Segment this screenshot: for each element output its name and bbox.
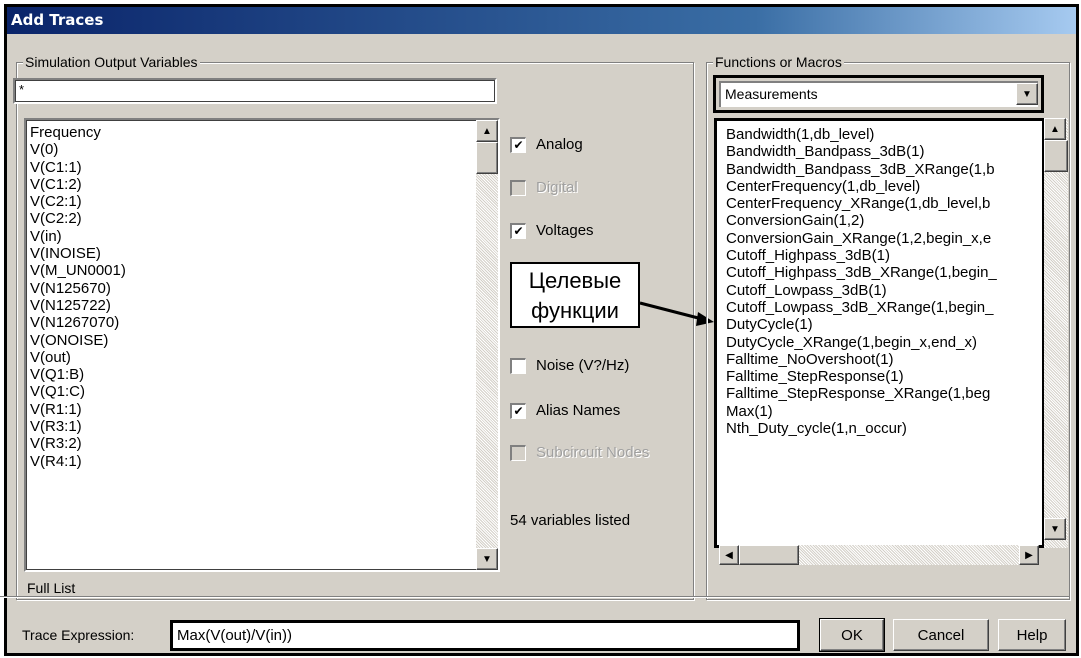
analog-label: Analog bbox=[536, 136, 583, 153]
list-item[interactable]: V(R3:2) bbox=[30, 435, 475, 452]
list-item[interactable]: V(R3:1) bbox=[30, 418, 475, 435]
list-item[interactable]: V(in) bbox=[30, 228, 475, 245]
list-item[interactable]: V(N125722) bbox=[30, 297, 475, 314]
digital-checkbox[interactable]: Digital bbox=[510, 179, 578, 196]
functions-list[interactable]: Bandwidth(1,db_level) Bandwidth_Bandpass_… bbox=[714, 118, 1045, 548]
list-item[interactable]: CenterFrequency(1,db_level) bbox=[726, 178, 1036, 195]
list-item[interactable]: ConversionGain_XRange(1,2,begin_x,e bbox=[726, 230, 1036, 247]
functions-group-label: Functions or Macros bbox=[713, 54, 844, 70]
checkmark-icon: ✔ bbox=[510, 222, 526, 239]
annotation-line-1: Целевые bbox=[528, 268, 622, 293]
list-item[interactable]: Bandwidth_Bandpass_3dB(1) bbox=[726, 143, 1036, 160]
list-item[interactable]: V(ONOISE) bbox=[30, 332, 475, 349]
arrow-up-icon[interactable]: ▲ bbox=[476, 120, 498, 142]
checkbox-box bbox=[510, 444, 526, 461]
list-item[interactable]: V(C1:2) bbox=[30, 176, 475, 193]
functions-vscrollbar[interactable]: ▲ ▼ bbox=[1044, 118, 1068, 548]
full-list-label: Full List bbox=[27, 580, 76, 596]
list-item[interactable]: Cutoff_Highpass_3dB_XRange(1,begin_ bbox=[726, 264, 1036, 281]
digital-label: Digital bbox=[536, 179, 578, 196]
variables-count: 54 variables listed bbox=[510, 512, 631, 529]
arrow-down-icon[interactable]: ▼ bbox=[1044, 518, 1066, 540]
list-item[interactable]: V(0) bbox=[30, 141, 475, 158]
list-item[interactable]: Bandwidth(1,db_level) bbox=[726, 126, 1036, 143]
list-item[interactable]: DutyCycle(1) bbox=[726, 316, 1036, 333]
cancel-button[interactable]: Cancel bbox=[893, 619, 989, 651]
scroll-thumb[interactable] bbox=[1044, 140, 1068, 172]
list-item[interactable]: Frequency bbox=[30, 124, 475, 141]
list-item[interactable]: Max(1) bbox=[726, 403, 1036, 420]
output-variables-items: Frequency V(0) V(C1:1) V(C1:2) V(C2:1) V(C2:2… bbox=[30, 124, 475, 470]
list-item[interactable]: Falltime_NoOvershoot(1) bbox=[726, 351, 1036, 368]
arrow-down-icon[interactable]: ▼ bbox=[476, 548, 498, 570]
list-item[interactable]: Falltime_StepResponse_XRange(1,beg bbox=[726, 385, 1036, 402]
list-item[interactable]: Bandwidth_Bandpass_3dB_XRange(1,b bbox=[726, 161, 1036, 178]
list-item[interactable]: V(C2:2) bbox=[30, 210, 475, 227]
arrow-up-icon[interactable]: ▲ bbox=[1044, 118, 1066, 140]
subcircuit-nodes-checkbox[interactable]: Subcircuit Nodes bbox=[510, 444, 649, 461]
trace-expression-input[interactable]: Max(V(out)/V(in)) bbox=[170, 620, 800, 651]
list-item[interactable]: V(Q1:C) bbox=[30, 383, 475, 400]
trace-expression-label: Trace Expression: bbox=[22, 627, 135, 643]
functions-items: Bandwidth(1,db_level) Bandwidth_Bandpass_… bbox=[726, 126, 1036, 437]
noise-label: Noise (V?/Hz) bbox=[536, 357, 630, 374]
functions-dropdown-value: Measurements ▼ bbox=[719, 81, 1038, 107]
functions-selected: Measurements bbox=[725, 86, 818, 102]
list-item[interactable]: DutyCycle_XRange(1,begin_x,end_x) bbox=[726, 334, 1036, 351]
output-vars-group-label: Simulation Output Variables bbox=[23, 54, 200, 70]
noise-checkbox[interactable]: Noise (V?/Hz) bbox=[510, 357, 629, 374]
voltages-label: Voltages bbox=[536, 222, 594, 239]
functions-hscrollbar[interactable]: ◀ ▶ bbox=[719, 545, 1039, 565]
checkmark-icon: ✔ bbox=[510, 136, 526, 153]
list-item[interactable]: V(N1267070) bbox=[30, 314, 475, 331]
output-variables-list[interactable]: Frequency V(0) V(C1:1) V(C1:2) V(C2:1) V(C2:2… bbox=[24, 118, 500, 572]
ok-button[interactable]: OK bbox=[819, 618, 885, 652]
scroll-thumb[interactable] bbox=[476, 142, 498, 174]
list-item[interactable]: Cutoff_Lowpass_3dB_XRange(1,begin_ bbox=[726, 299, 1036, 316]
voltages-checkbox[interactable]: ✔ Voltages bbox=[510, 222, 594, 239]
chevron-down-icon[interactable]: ▼ bbox=[1016, 83, 1038, 105]
list-item[interactable]: V(R4:1) bbox=[30, 453, 475, 470]
subcircuit-nodes-label: Subcircuit Nodes bbox=[536, 444, 650, 461]
list-item[interactable]: V(N125670) bbox=[30, 280, 475, 297]
list-item[interactable]: Falltime_StepResponse(1) bbox=[726, 368, 1036, 385]
functions-dropdown[interactable]: Measurements ▼ bbox=[713, 75, 1044, 113]
list-item[interactable]: Cutoff_Lowpass_3dB(1) bbox=[726, 282, 1036, 299]
hscroll-thumb[interactable] bbox=[739, 545, 799, 565]
checkbox-box bbox=[510, 357, 526, 374]
arrow-right-icon[interactable]: ▶ bbox=[1019, 545, 1039, 565]
window-title: Add Traces bbox=[7, 7, 1076, 34]
annotation-line-2: функции bbox=[531, 298, 619, 323]
list-item[interactable]: V(C1:1) bbox=[30, 159, 475, 176]
list-item[interactable]: V(out) bbox=[30, 349, 475, 366]
checkbox-box bbox=[510, 179, 526, 196]
alias-names-checkbox[interactable]: ✔ Alias Names bbox=[510, 402, 620, 419]
alias-names-label: Alias Names bbox=[536, 402, 621, 419]
list-item[interactable]: V(R1:1) bbox=[30, 401, 475, 418]
list-item[interactable]: V(Q1:B) bbox=[30, 366, 475, 383]
help-button[interactable]: Help bbox=[998, 619, 1066, 651]
list-item[interactable]: V(C2:1) bbox=[30, 193, 475, 210]
analog-checkbox[interactable]: ✔ Analog bbox=[510, 136, 583, 153]
annotation-callout: Целевые функции bbox=[510, 262, 640, 328]
list-item[interactable]: V(INOISE) bbox=[30, 245, 475, 262]
list-item[interactable]: Nth_Duty_cycle(1,n_occur) bbox=[726, 420, 1036, 437]
variable-filter-input[interactable]: * bbox=[13, 78, 497, 104]
list-item[interactable]: CenterFrequency_XRange(1,db_level,b bbox=[726, 195, 1036, 212]
checkmark-icon: ✔ bbox=[510, 402, 526, 419]
list-item[interactable]: ConversionGain(1,2) bbox=[726, 212, 1036, 229]
output-variables-scrollbar[interactable]: ▲ ▼ bbox=[476, 120, 498, 570]
list-item[interactable]: V(M_UN0001) bbox=[30, 262, 475, 279]
list-item[interactable]: Cutoff_Highpass_3dB(1) bbox=[726, 247, 1036, 264]
arrow-left-icon[interactable]: ◀ bbox=[719, 545, 739, 565]
